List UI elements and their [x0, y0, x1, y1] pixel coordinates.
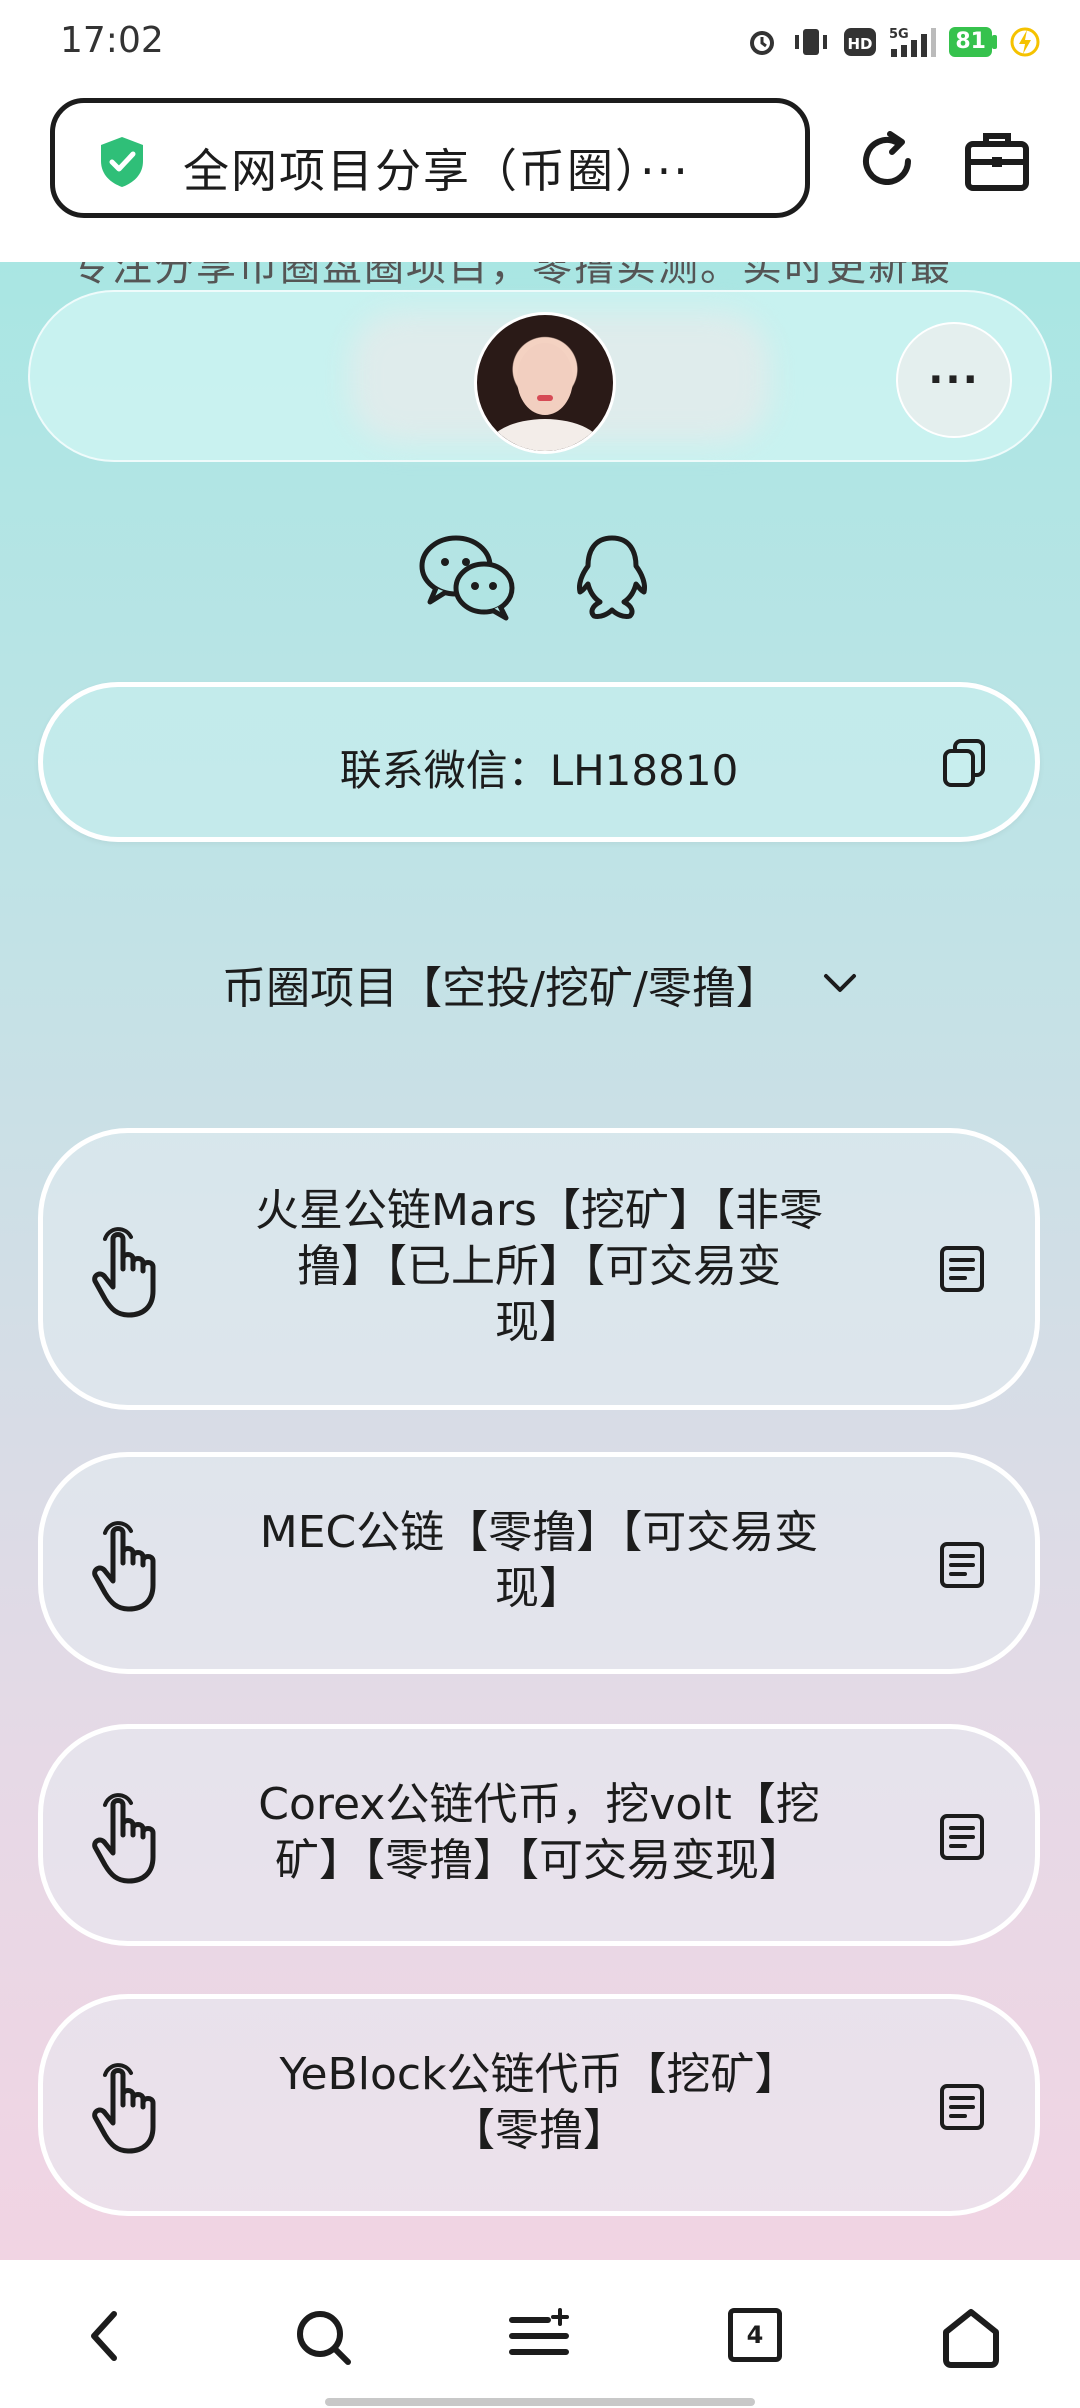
document-icon[interactable] — [939, 1541, 985, 1589]
status-bar: 17:02 HD 5G 81 — [0, 0, 1080, 84]
contact-label: 联系微信：LH18810 — [339, 746, 739, 795]
status-time: 17:02 — [60, 20, 164, 61]
list-item[interactable]: YeBlock公链代币【挖矿】 【零撸】 — [38, 1994, 1040, 2216]
search-icon[interactable] — [294, 2308, 354, 2368]
address-bar[interactable]: 全网项目分享（币圈）··· — [50, 98, 810, 218]
browser-toolbar: 全网项目分享（币圈）··· — [0, 84, 1080, 262]
svg-text:5G: 5G — [889, 27, 909, 42]
document-icon[interactable] — [939, 1245, 985, 1293]
item-title: YeBlock公链代币【挖矿】 【零撸】 — [279, 2049, 799, 2156]
item-title: Corex公链代币，挖volt【挖 矿】【零撸】【可交易变现】 — [258, 1779, 820, 1886]
page-description: 专注分享币圈盘圈项目，零撸实测。实时更新最 — [70, 262, 952, 290]
tab-count: 4 — [746, 2321, 764, 2349]
document-icon[interactable] — [939, 2083, 985, 2131]
signal-5g-icon: 5G — [889, 27, 937, 57]
section-header[interactable]: 币圈项目【空投/挖矿/零撸】 — [0, 952, 1080, 1016]
more-icon: ··· — [928, 357, 980, 403]
social-links — [0, 532, 1080, 622]
pointer-hand-icon — [92, 1793, 156, 1884]
vibrate-icon — [795, 29, 828, 55]
back-icon[interactable] — [80, 2308, 130, 2364]
bottom-navigation: 4 — [0, 2260, 1080, 2408]
profile-card: ··· — [28, 290, 1052, 462]
section-title: 币圈项目【空投/挖矿/零撸】 — [222, 963, 780, 1014]
battery-level: 81 — [949, 27, 992, 57]
battery-icon: 81 — [949, 27, 998, 57]
list-item[interactable]: Corex公链代币，挖volt【挖 矿】【零撸】【可交易变现】 — [38, 1724, 1040, 1946]
pointer-hand-icon — [92, 1227, 156, 1318]
alarm-icon — [750, 31, 775, 55]
shield-check-icon — [101, 137, 143, 187]
home-indicator[interactable] — [325, 2398, 755, 2406]
status-icons: HD 5G 81 — [745, 22, 1040, 62]
pointer-hand-icon — [92, 2063, 156, 2154]
home-icon[interactable] — [940, 2308, 1002, 2368]
svg-text:HD: HD — [848, 35, 873, 53]
wechat-icon[interactable] — [418, 532, 518, 622]
menu-icon[interactable] — [508, 2308, 572, 2364]
contact-wechat-button[interactable]: 联系微信：LH18810 — [38, 682, 1040, 842]
item-title: MEC公链【零撸】【可交易变 现】 — [259, 1507, 819, 1614]
item-title: 火星公链Mars【挖矿】【非零 撸】【已上所】【可交易变 现】 — [255, 1185, 823, 1348]
qq-icon[interactable] — [570, 532, 654, 622]
reload-icon[interactable] — [852, 126, 922, 196]
list-item[interactable]: 火星公链Mars【挖矿】【非零 撸】【已上所】【可交易变 现】 — [38, 1128, 1040, 1410]
avatar[interactable] — [474, 312, 616, 454]
document-icon[interactable] — [939, 1813, 985, 1861]
hd-icon: HD — [844, 28, 877, 56]
list-item[interactable]: MEC公链【零撸】【可交易变 现】 — [38, 1452, 1040, 1674]
charging-icon — [1010, 27, 1040, 57]
more-options-button[interactable]: ··· — [896, 322, 1012, 438]
tabs-icon[interactable]: 4 — [728, 2308, 782, 2362]
chevron-down-icon — [823, 974, 856, 992]
page-content[interactable]: 专注分享币圈盘圈项目，零撸实测。实时更新最 ··· 联系微信：LH18810 币… — [0, 262, 1080, 2260]
pointer-hand-icon — [92, 1521, 156, 1612]
toolbox-icon[interactable] — [962, 126, 1032, 196]
page-title: 全网项目分享（币圈）··· — [183, 144, 690, 198]
copy-icon[interactable] — [941, 737, 987, 789]
